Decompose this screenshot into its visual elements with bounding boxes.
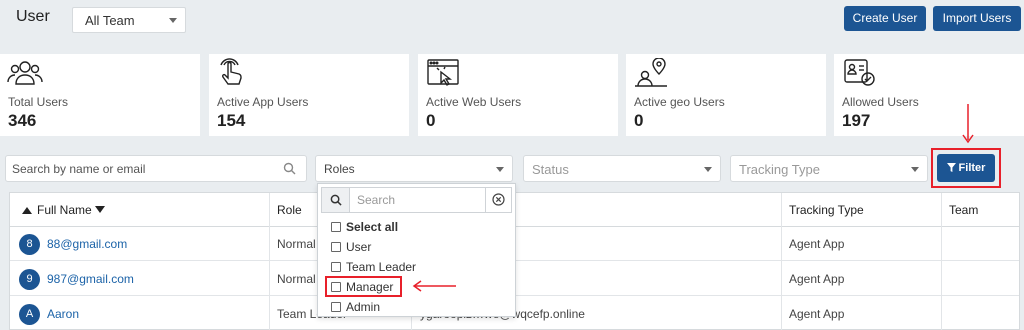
stat-card-active-geo-users: Active geo Users 0 [626,54,826,136]
page-header: User All Team Create User Import Users [0,0,1024,44]
user-role: Normal [277,272,316,286]
user-tracking-type: Agent App [789,307,845,321]
option-label: Select all [346,220,399,234]
checkbox[interactable] [331,242,341,252]
user-name-link[interactable]: 88@gmail.com [47,237,127,251]
option-label: Admin [346,300,381,314]
user-tracking-type: Agent App [789,237,845,251]
stat-card-active-app-users: Active App Users 154 [209,54,409,136]
stat-label: Allowed Users [842,95,919,109]
stat-card-active-web-users: Active Web Users 0 [418,54,618,136]
id-card-check-icon [844,59,875,86]
roles-search-placeholder: Search [357,193,396,207]
user-role: Normal [277,237,316,251]
user-tracking-type: Agent App [789,272,845,286]
sort-down-icon[interactable] [95,206,105,214]
roles-search-field[interactable]: Search [321,187,512,213]
chevron-down-icon [704,167,712,172]
stat-card-total-users: Total Users 346 [0,54,200,136]
column-full-name[interactable]: Full Name [37,203,92,217]
stat-label: Active geo Users [634,95,725,109]
user-name-link[interactable]: Aaron [47,307,79,321]
roles-select-label: Roles [324,162,355,176]
import-users-button[interactable]: Import Users [933,6,1021,31]
column-tracking-type[interactable]: Tracking Type [789,203,864,217]
checkbox[interactable] [331,262,341,272]
option-label: User [346,240,372,254]
option-label: Team Leader [346,260,417,274]
clear-icon [492,193,505,206]
chevron-down-icon [496,167,504,172]
clear-search-button[interactable] [485,188,511,212]
web-browser-click-icon [427,59,459,86]
page-title: User [16,8,50,25]
column-team[interactable]: Team [949,203,978,217]
annotation-arrow-down-icon [962,104,974,144]
filter-button-label: Filter [958,162,986,174]
geo-user-pin-icon [635,58,667,87]
stat-label: Active App Users [217,95,309,109]
tracking-type-select[interactable]: Tracking Type [730,155,928,182]
status-select[interactable]: Status [523,155,721,182]
checkbox[interactable] [331,302,341,312]
stat-value: 197 [842,111,871,130]
stat-value: 0 [634,111,644,130]
roles-select[interactable]: Roles [315,155,513,182]
team-select-value: All Team [85,13,135,28]
sort-up-icon[interactable] [22,206,32,214]
stat-card-allowed-users: Allowed Users 197 [834,54,1024,136]
stat-value: 0 [426,111,436,130]
checkbox[interactable] [331,222,341,232]
filter-button[interactable]: Filter [937,154,995,182]
avatar: 8 [19,234,40,255]
column-role[interactable]: Role [277,203,302,217]
touch-hand-icon [220,58,242,85]
funnel-icon [946,163,956,172]
search-icon [330,194,342,206]
search-icon [283,162,296,175]
search-icon-box [322,188,350,212]
chevron-down-icon [911,167,919,172]
stat-label: Total Users [8,95,69,109]
stat-value: 346 [8,111,37,130]
status-select-placeholder: Status [532,162,569,177]
avatar: 9 [19,269,40,290]
user-name-link[interactable]: 987@gmail.com [47,272,134,286]
avatar: A [19,304,40,325]
team-select[interactable]: All Team [72,7,186,33]
annotation-arrow-left-icon [412,280,456,292]
stat-label: Active Web Users [426,95,522,109]
search-placeholder: Search by name or email [12,162,146,176]
stat-value: 154 [217,111,246,130]
search-input[interactable]: Search by name or email [5,155,307,182]
chevron-down-icon [169,18,177,23]
tracking-select-placeholder: Tracking Type [739,162,820,177]
create-user-button[interactable]: Create User [844,6,926,31]
manager-highlight-box [325,276,402,297]
users-group-icon [7,61,43,85]
